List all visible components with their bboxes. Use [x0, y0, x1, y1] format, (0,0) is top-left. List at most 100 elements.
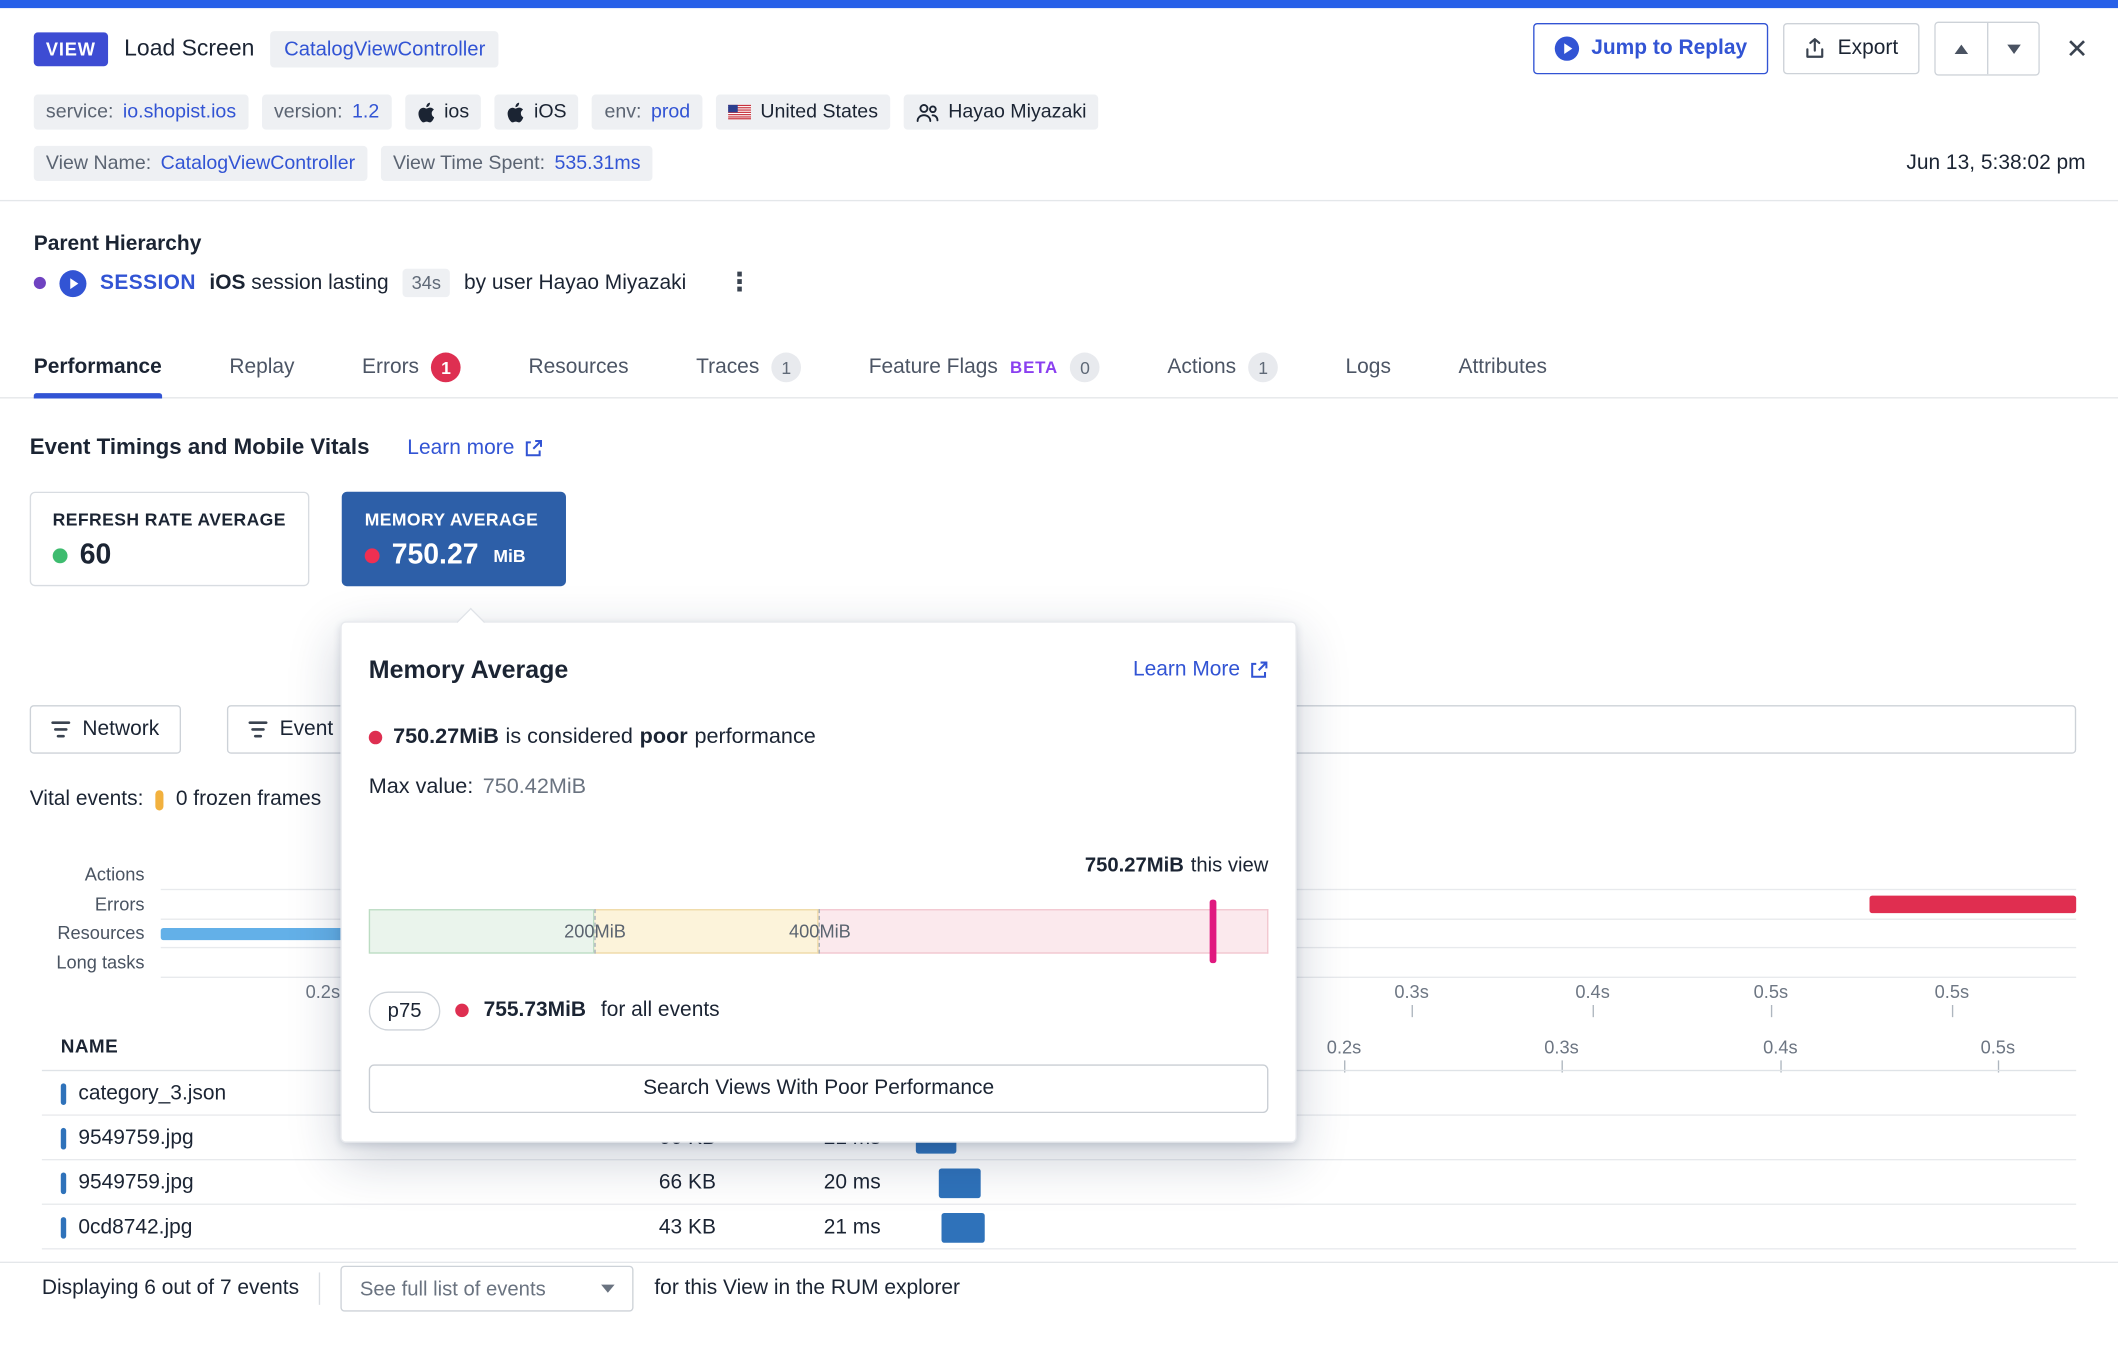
max-value-line: Max value: 750.42MiB [369, 775, 586, 799]
close-icon: ✕ [2066, 34, 2089, 64]
tag-env[interactable]: env:prod [592, 95, 702, 130]
tab-actions[interactable]: Actions1 [1167, 338, 1278, 397]
next-event-button[interactable] [1987, 23, 2038, 74]
apple-icon [507, 102, 525, 122]
page-title: Load Screen [124, 35, 254, 62]
waterfall-label-long-tasks: Long tasks [0, 948, 145, 977]
popover-arrow [456, 608, 485, 637]
this-view-marker [1209, 900, 1216, 963]
errors-count-badge: 1 [431, 353, 461, 383]
memory-average-popover: Memory Average Learn More 750.27MiBis co… [340, 621, 1296, 1142]
waterfall-label-actions: Actions [0, 860, 145, 889]
previous-event-button[interactable] [1936, 23, 1987, 74]
panel-header: VIEW Load Screen CatalogViewController J… [34, 19, 2099, 78]
session-replay-icon[interactable] [59, 269, 86, 296]
table-row[interactable]: 9549759.jpg 66 KB 20 ms [0, 1160, 2118, 1205]
view-type-badge: VIEW [34, 32, 108, 66]
resource-duration-bar[interactable] [942, 1212, 985, 1242]
popover-learn-more-link[interactable]: Learn More [1133, 658, 1268, 682]
session-duration-chip: 34s [402, 269, 450, 297]
vitals-section-header: Event Timings and Mobile Vitals Learn mo… [30, 435, 543, 461]
tab-logs[interactable]: Logs [1346, 338, 1391, 397]
header-divider [0, 200, 2118, 201]
export-button[interactable]: Export [1784, 23, 1920, 74]
errors-timeline-bar[interactable] [1870, 896, 2077, 914]
performance-status-line: 750.27MiBis consideredpoorperformance [369, 725, 816, 749]
external-link-icon [524, 438, 543, 457]
rum-view-panel: VIEW Load Screen CatalogViewController J… [0, 0, 2118, 1354]
resource-icon [61, 1216, 66, 1238]
caret-down-icon [602, 1285, 616, 1293]
tab-performance[interactable]: Performance [34, 338, 162, 397]
vitals-learn-more-link[interactable]: Learn more [407, 436, 542, 460]
chevron-down-icon [2007, 44, 2021, 53]
actions-count-badge: 1 [1248, 353, 1278, 383]
resource-icon [61, 1127, 66, 1149]
waterfall-row-labels: Actions Errors Resources Long tasks [0, 860, 145, 976]
section-title: Event Timings and Mobile Vitals [30, 435, 370, 461]
tag-os-ios[interactable]: ios [405, 95, 481, 130]
user-group-icon [916, 102, 939, 122]
waterfall-label-errors: Errors [0, 890, 145, 919]
session-options-menu[interactable]: ⋮ [719, 267, 761, 298]
external-link-icon [1249, 661, 1268, 680]
chevron-up-icon [1955, 44, 1969, 53]
tab-resources[interactable]: Resources [528, 338, 628, 397]
export-icon [1805, 38, 1825, 60]
tag-version[interactable]: version:1.2 [262, 95, 392, 130]
apple-icon [417, 102, 435, 122]
tag-view-time-spent[interactable]: View Time Spent:535.31ms [381, 146, 653, 181]
tab-feature-flags[interactable]: Feature FlagsBETA0 [869, 338, 1100, 397]
poor-status-dot [369, 731, 383, 745]
session-type-dot [34, 277, 46, 289]
traces-count-badge: 1 [771, 353, 801, 383]
top-accent-strip [0, 0, 2118, 8]
poor-status-dot [365, 548, 380, 563]
memory-average-card[interactable]: MEMORY AVERAGE 750.27MiB [342, 492, 566, 587]
session-user: by user Hayao Miyazaki [464, 271, 686, 295]
resource-icon [61, 1083, 66, 1105]
session-row: SESSION iOS session lasting 34s by user … [34, 267, 761, 298]
this-view-marker-label: 750.27MiBthis view [1085, 854, 1269, 877]
tag-os-name[interactable]: iOS [495, 95, 579, 130]
parent-hierarchy-heading: Parent Hierarchy [34, 232, 202, 256]
footer-divider [0, 1262, 2118, 1263]
event-timestamp: Jun 13, 5:38:02 pm [1906, 151, 2085, 175]
refresh-rate-card[interactable]: REFRESH RATE AVERAGE 60 [30, 492, 310, 587]
tab-attributes[interactable]: Attributes [1458, 338, 1546, 397]
tag-user[interactable]: Hayao Miyazaki [904, 95, 1099, 130]
events-count-text: Displaying 6 out of 7 events [42, 1277, 299, 1301]
view-controller-chip[interactable]: CatalogViewController [271, 30, 499, 66]
full-event-list-dropdown[interactable]: See full list of events [341, 1266, 634, 1312]
table-row[interactable]: 0cd8742.jpg 43 KB 21 ms [0, 1205, 2118, 1250]
session-link[interactable]: SESSION [100, 271, 196, 295]
jump-to-replay-button[interactable]: Jump to Replay [1533, 23, 1769, 74]
tag-view-name[interactable]: View Name:CatalogViewController [34, 146, 368, 181]
waterfall-label-resources: Resources [0, 919, 145, 948]
filter-icon [249, 721, 268, 737]
p75-badge: p75 [369, 991, 441, 1030]
poor-status-dot [455, 1004, 469, 1018]
tab-replay[interactable]: Replay [229, 338, 294, 397]
p75-line: p75 755.73MiB for all events [369, 990, 720, 1031]
resource-duration-bar[interactable] [939, 1168, 981, 1198]
gauge-threshold-400: 400MiB [819, 909, 820, 954]
search-poor-views-button[interactable]: Search Views With Poor Performance [369, 1064, 1269, 1113]
tag-country[interactable]: United States [716, 95, 890, 130]
attribute-tags-row: service:io.shopist.ios version:1.2 ios i… [34, 95, 1099, 130]
gauge-zone-medium [594, 909, 819, 954]
tab-errors[interactable]: Errors1 [362, 338, 461, 397]
view-meta-row: View Name:CatalogViewController View Tim… [34, 146, 2086, 181]
network-filter-button[interactable]: Network [30, 705, 181, 754]
detail-tabs: Performance Replay Errors1 Resources Tra… [0, 338, 2118, 399]
footer-suffix-text: for this View in the RUM explorer [654, 1277, 960, 1301]
feature-flags-count-badge: 0 [1070, 353, 1100, 383]
play-icon [1555, 36, 1579, 60]
good-status-dot [53, 548, 68, 563]
frozen-frame-icon [156, 790, 164, 810]
us-flag-icon [728, 104, 751, 120]
memory-gauge: 200MiB 400MiB [369, 909, 1269, 954]
tag-service[interactable]: service:io.shopist.ios [34, 95, 249, 130]
tab-traces[interactable]: Traces1 [696, 338, 801, 397]
close-panel-button[interactable]: ✕ [2055, 26, 2099, 71]
